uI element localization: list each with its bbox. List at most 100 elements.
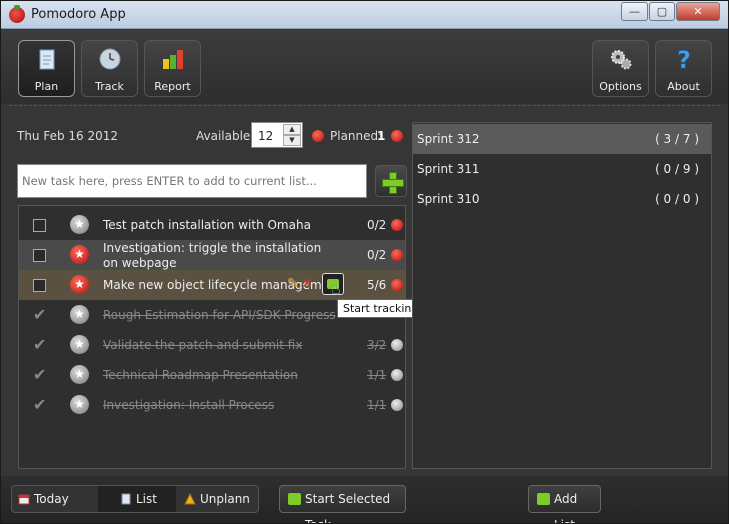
add-list-icon [537, 493, 550, 505]
window-title: Pomodoro App [31, 7, 126, 22]
minimize-button[interactable]: — [621, 2, 648, 21]
planned-value: 1 [377, 129, 386, 143]
tomato-icon [391, 279, 403, 291]
plan-button[interactable]: Plan [18, 40, 75, 97]
app-window: Pomodoro App — ▢ ✕ Plan Track Report Opt… [0, 0, 729, 524]
list-tab[interactable]: List [98, 486, 176, 512]
add-task-button[interactable] [375, 165, 407, 197]
tomato-icon [391, 249, 403, 261]
tomato-icon [391, 130, 403, 142]
report-label: Report [154, 80, 191, 93]
checkmark-icon[interactable]: ✔ [33, 397, 46, 413]
question-mark-icon: ? [677, 47, 692, 71]
today-tab[interactable]: Today [12, 486, 98, 512]
task-checkbox[interactable] [33, 219, 46, 232]
star-icon: ★ [70, 395, 89, 414]
notepad-icon [39, 49, 55, 70]
plan-label: Plan [34, 80, 59, 93]
start-icon [288, 493, 301, 505]
task-list[interactable]: ★ Test patch installation with Omaha 0/2… [18, 205, 406, 469]
about-label: About [667, 80, 700, 93]
report-button[interactable]: Report [144, 40, 201, 97]
warning-icon [184, 493, 196, 505]
hand-cursor-icon: ☝ [331, 279, 341, 298]
delete-icon[interactable]: ✕ [301, 276, 315, 292]
task-count: 0/2 [367, 218, 387, 232]
task-count: 1/1 [367, 368, 387, 382]
maximize-button[interactable]: ▢ [649, 2, 675, 21]
toolbar-divider [9, 105, 720, 107]
sprint-item[interactable]: Sprint 311 ( 0 / 9 ) [413, 154, 711, 184]
clock-icon [99, 48, 121, 70]
sprint-count: ( 0 / 9 ) [655, 162, 699, 176]
today-label: Today [34, 492, 69, 506]
task-name: Investigation: triggle the installation … [103, 241, 322, 270]
track-button[interactable]: Track [81, 40, 138, 97]
list-label: List [136, 492, 157, 506]
svg-text:?: ? [677, 47, 691, 71]
star-icon: ★ [70, 365, 89, 384]
spin-up-button[interactable]: ▲ [283, 124, 301, 135]
current-date: Thu Feb 16 2012 [17, 129, 119, 143]
about-button[interactable]: ? About [655, 40, 712, 97]
task-count: 5/6 [367, 278, 387, 292]
spin-down-button[interactable]: ▼ [283, 135, 301, 146]
task-name: Investigation: Install Process [103, 398, 275, 412]
task-name: Rough Estimation for API/SDK Progress [103, 308, 336, 322]
task-checkbox[interactable] [33, 279, 46, 292]
sprint-name: Sprint 310 [417, 192, 480, 206]
options-button[interactable]: Options [592, 40, 649, 97]
grey-tomato-icon [391, 369, 403, 381]
star-icon: ★ [70, 305, 89, 324]
close-button[interactable]: ✕ [676, 2, 720, 21]
options-label: Options [599, 80, 642, 93]
grey-tomato-icon [391, 339, 403, 351]
star-icon: ★ [70, 335, 89, 354]
add-list-button[interactable]: Add List [528, 485, 601, 523]
checkmark-icon[interactable]: ✔ [33, 367, 46, 383]
unplanned-tab[interactable]: Unplann [176, 486, 258, 512]
available-label: Available: [196, 129, 255, 143]
sprint-item[interactable]: Sprint 312 ( 3 / 7 ) [413, 124, 711, 154]
task-row[interactable]: ★ Test patch installation with Omaha 0/2 [19, 210, 405, 240]
task-name: Validate the patch and submit fix [103, 338, 303, 352]
list-icon [121, 493, 131, 505]
available-spinbox[interactable]: 12 ▲ ▼ [251, 122, 303, 148]
star-icon: ★ [70, 215, 89, 234]
task-row[interactable]: ✔ ★ Validate the patch and submit fix 3/… [19, 330, 405, 360]
tomato-icon [391, 219, 403, 231]
task-name: Test patch installation with Omaha [103, 218, 311, 232]
sprint-count: ( 3 / 7 ) [655, 132, 699, 146]
unplanned-label: Unplann [200, 492, 250, 506]
tomato-icon [312, 130, 324, 142]
task-row[interactable]: ✔ ★ Investigation: Install Process 1/1 [19, 390, 405, 420]
add-list-label: Add List [554, 492, 578, 523]
checkmark-icon[interactable]: ✔ [33, 337, 46, 353]
main-toolbar: Plan Track Report Options ? About [1, 30, 728, 104]
view-switcher: Today List Unplann [11, 485, 259, 513]
task-row[interactable]: ★ Investigation: triggle the installatio… [19, 240, 405, 270]
star-icon: ★ [70, 245, 89, 264]
sprint-count: ( 0 / 0 ) [655, 192, 699, 206]
planned-label: Planned: [330, 129, 383, 143]
checkmark-icon[interactable]: ✔ [33, 307, 46, 323]
start-label: Start Selected Task [305, 492, 391, 523]
plan-panel: Thu Feb 16 2012 Available: 12 ▲ ▼ Planne… [9, 115, 407, 469]
task-checkbox[interactable] [33, 249, 46, 262]
task-count: 1/1 [367, 398, 387, 412]
task-row[interactable]: ★ Make new object lifecycle manageme ✎ ✕… [19, 270, 405, 300]
bar-chart-icon [163, 50, 183, 69]
sprint-name: Sprint 311 [417, 162, 480, 176]
sprint-list[interactable]: Sprint 312 ( 3 / 7 ) Sprint 311 ( 0 / 9 … [412, 122, 712, 469]
tomato-app-icon [9, 5, 25, 23]
title-bar: Pomodoro App — ▢ ✕ [1, 1, 728, 29]
calendar-icon [18, 494, 30, 505]
task-row[interactable]: ✔ ★ Technical Roadmap Presentation 1/1 [19, 360, 405, 390]
task-count: 3/2 [367, 338, 387, 352]
start-selected-task-button[interactable]: Start Selected Task [279, 485, 406, 523]
new-task-input[interactable] [17, 164, 367, 198]
available-value: 12 [258, 129, 274, 143]
bottom-bar: Today List Unplann Start Selected Task A… [1, 476, 728, 523]
pencil-icon[interactable]: ✎ [287, 276, 301, 292]
sprint-item[interactable]: Sprint 310 ( 0 / 0 ) [413, 184, 711, 214]
